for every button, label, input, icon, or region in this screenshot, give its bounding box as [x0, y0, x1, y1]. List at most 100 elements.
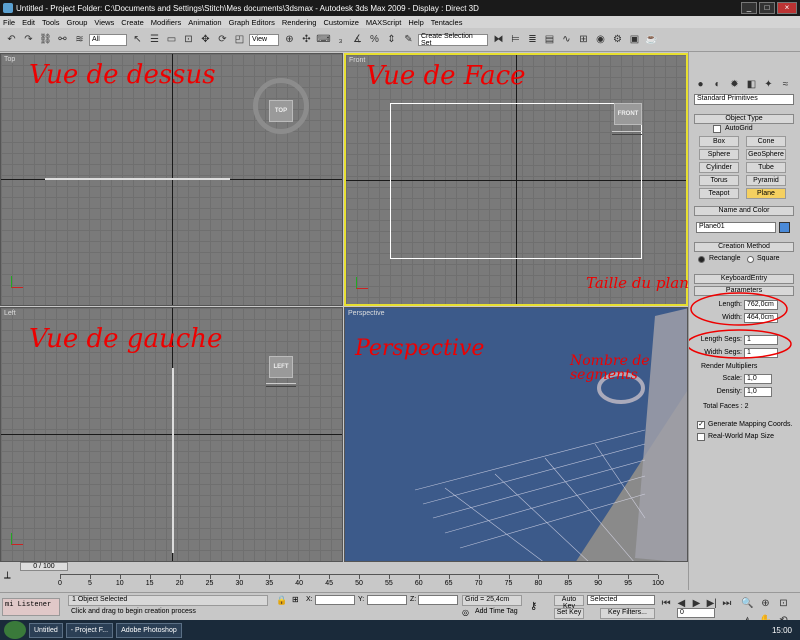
- percent-snap-icon[interactable]: %: [367, 32, 382, 48]
- rollout-name-color[interactable]: Name and Color: [694, 206, 794, 216]
- undo-icon[interactable]: ↶: [4, 32, 19, 48]
- autogrid-checkbox[interactable]: [713, 125, 721, 133]
- create-tab-icon[interactable]: ●: [694, 76, 707, 92]
- material-editor-icon[interactable]: ◉: [593, 32, 608, 48]
- menu-edit[interactable]: Edit: [22, 18, 35, 27]
- viewport-label[interactable]: Left: [4, 310, 16, 317]
- viewport-top[interactable]: Top TOP Vue de dessus: [0, 53, 343, 306]
- menu-maxscript[interactable]: MAXScript: [366, 18, 401, 27]
- taskbar-item-photoshop[interactable]: Adobe Photoshop: [116, 622, 182, 638]
- manipulate-icon[interactable]: ✣: [299, 32, 314, 48]
- menu-create[interactable]: Create: [121, 18, 144, 27]
- absolute-mode-icon[interactable]: ⊞: [292, 595, 302, 606]
- maximize-button[interactable]: □: [759, 2, 775, 14]
- named-selection-set-dropdown[interactable]: Create Selection Set: [418, 33, 488, 47]
- layer-manager-icon[interactable]: ≣: [525, 32, 540, 48]
- plane-button[interactable]: Plane: [746, 188, 786, 199]
- redo-icon[interactable]: ↷: [21, 32, 36, 48]
- density-input[interactable]: 1,0: [744, 387, 772, 397]
- select-object-icon[interactable]: ↖: [130, 32, 145, 48]
- zoom-icon[interactable]: 🔍: [740, 595, 755, 611]
- current-frame-input[interactable]: 0: [677, 608, 715, 618]
- x-coordinate-input[interactable]: [315, 595, 355, 605]
- menu-views[interactable]: Views: [94, 18, 114, 27]
- timeline-ruler[interactable]: 0 5 10 15 20 25 30 35 40 45 50 55 60 65 70 75 80 85 90 95 10…: [58, 574, 664, 590]
- key-icon[interactable]: ⚷: [530, 601, 546, 613]
- menu-group[interactable]: Group: [67, 18, 88, 27]
- close-button[interactable]: ×: [777, 2, 797, 14]
- cone-button[interactable]: Cone: [746, 136, 786, 147]
- maxscript-listener[interactable]: mi Listener: [2, 598, 60, 616]
- rollout-keyboard-entry[interactable]: KeyboardEntry: [694, 274, 794, 284]
- sphere-button[interactable]: Sphere: [699, 149, 739, 160]
- cylinder-button[interactable]: Cylinder: [699, 162, 739, 173]
- menu-graph-editors[interactable]: Graph Editors: [229, 18, 275, 27]
- menu-tools[interactable]: Tools: [42, 18, 60, 27]
- keyboard-shortcut-icon[interactable]: ⌨: [316, 32, 331, 48]
- taskbar-item-max[interactable]: Untitled: [29, 622, 63, 638]
- box-button[interactable]: Box: [699, 136, 739, 147]
- gen-mapping-checkbox[interactable]: ✓: [697, 421, 705, 429]
- modify-tab-icon[interactable]: ◐: [711, 76, 724, 92]
- render-production-icon[interactable]: ☕: [644, 32, 659, 48]
- select-move-icon[interactable]: ✥: [198, 32, 213, 48]
- rendered-frame-icon[interactable]: ▣: [627, 32, 642, 48]
- taskbar-item-project[interactable]: - Project F...: [65, 622, 114, 638]
- align-icon[interactable]: ⊨: [508, 32, 523, 48]
- tube-button[interactable]: Tube: [746, 162, 786, 173]
- object-color-swatch[interactable]: [779, 222, 790, 233]
- time-slider[interactable]: 0 / 100: [20, 562, 68, 571]
- rectangle-radio[interactable]: [698, 256, 705, 263]
- mini-curve-icon[interactable]: ⟂: [4, 570, 16, 582]
- rectangle-selection-icon[interactable]: ▭: [164, 32, 179, 48]
- menu-help[interactable]: Help: [408, 18, 423, 27]
- auto-key-button[interactable]: Auto Key: [554, 595, 584, 610]
- width-segs-input[interactable]: 1: [744, 348, 778, 358]
- cameras-icon[interactable]: ◧: [745, 76, 758, 92]
- scale-input[interactable]: 1,0: [744, 374, 772, 384]
- real-world-checkbox[interactable]: [697, 433, 705, 441]
- teapot-button[interactable]: Teapot: [699, 188, 739, 199]
- lights-icon[interactable]: ✹: [728, 76, 741, 92]
- select-rotate-icon[interactable]: ⟳: [215, 32, 230, 48]
- mirror-icon[interactable]: ⧓: [491, 32, 506, 48]
- render-setup-icon[interactable]: ⚙: [610, 32, 625, 48]
- rollout-object-type[interactable]: Object Type: [694, 114, 794, 124]
- object-name-input[interactable]: Plane01: [696, 222, 776, 233]
- unlink-icon[interactable]: ⚯: [55, 32, 70, 48]
- menu-rendering[interactable]: Rendering: [282, 18, 317, 27]
- viewport-label[interactable]: Front: [349, 57, 365, 64]
- menu-file[interactable]: File: [3, 18, 15, 27]
- go-to-end-icon[interactable]: ⏭: [721, 595, 733, 611]
- pivot-center-icon[interactable]: ⊕: [282, 32, 297, 48]
- viewcube[interactable]: LEFT: [269, 356, 293, 378]
- geosphere-button[interactable]: GeoSphere: [746, 149, 786, 160]
- width-input[interactable]: 464,0cm: [744, 313, 778, 323]
- z-coordinate-input[interactable]: [418, 595, 458, 605]
- bind-space-warp-icon[interactable]: ≋: [72, 32, 87, 48]
- minimize-button[interactable]: _: [741, 2, 757, 14]
- rollout-creation-method[interactable]: Creation Method: [694, 242, 794, 252]
- viewport-label[interactable]: Top: [4, 56, 15, 63]
- viewport-front[interactable]: Front FRONT Vue de Face: [344, 53, 688, 306]
- viewport-left[interactable]: Left LEFT Vue de gauche: [0, 307, 343, 562]
- selection-filter-dropdown[interactable]: All: [89, 33, 127, 46]
- timeline[interactable]: ⟂ 0 / 100 0 5 10 15 20 25 30 35 40 45 50 55 60 65 70 75…: [0, 562, 688, 592]
- set-key-button[interactable]: Set Key: [554, 608, 584, 619]
- viewcube[interactable]: TOP: [269, 100, 293, 122]
- curve-editor-icon[interactable]: ∿: [559, 32, 574, 48]
- helpers-icon[interactable]: ✦: [762, 76, 775, 92]
- add-time-tag-button[interactable]: Add Time Tag: [475, 608, 530, 619]
- key-filters-button[interactable]: Key Filters...: [600, 608, 655, 619]
- spinner-snap-icon[interactable]: ⇕: [384, 32, 399, 48]
- schematic-view-icon[interactable]: ⊞: [576, 32, 591, 48]
- y-coordinate-input[interactable]: [367, 595, 407, 605]
- primitive-category-dropdown[interactable]: Standard Primitives: [694, 94, 794, 105]
- time-tag-icon[interactable]: ◎: [462, 608, 472, 619]
- viewcube[interactable]: FRONT: [614, 103, 642, 125]
- zoom-extents-icon[interactable]: ⊡: [776, 595, 791, 611]
- length-input[interactable]: 762,0cm: [744, 300, 778, 310]
- window-crossing-icon[interactable]: ⊡: [181, 32, 196, 48]
- graphite-icon[interactable]: ▤: [542, 32, 557, 48]
- viewport-perspective[interactable]: Perspective Perspective: [344, 307, 688, 562]
